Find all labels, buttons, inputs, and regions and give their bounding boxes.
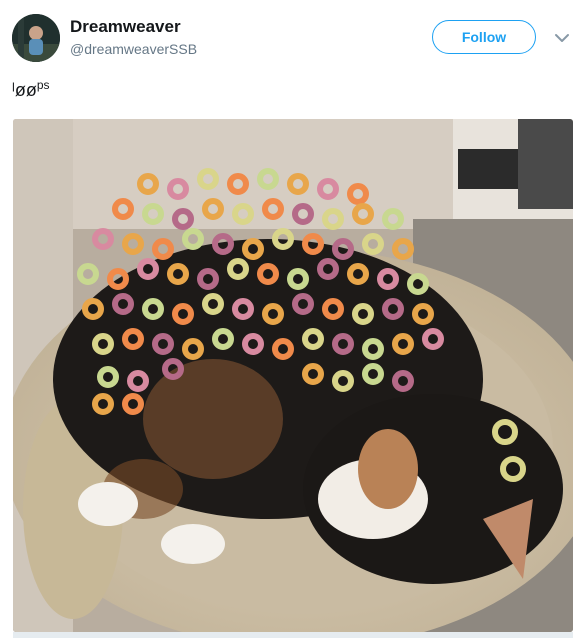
follow-button[interactable]: Follow [432, 20, 536, 54]
tweet-header: Dreamweaver @dreamweaverSSB Follow [0, 0, 583, 70]
user-handle[interactable]: @dreamweaverSSB [70, 41, 197, 57]
tweet-text-main: ˡøø [12, 80, 37, 100]
avatar-image [12, 14, 60, 62]
tweet-text-superscript: ps [36, 78, 50, 92]
cat-cereal-photo [13, 119, 573, 632]
display-name[interactable]: Dreamweaver [70, 17, 181, 37]
tweet-photo[interactable] [13, 119, 573, 632]
chevron-down-icon[interactable] [552, 28, 572, 48]
avatar[interactable] [12, 14, 60, 62]
tweet-divider [13, 632, 573, 638]
tweet-text: ˡøøps [12, 78, 50, 101]
